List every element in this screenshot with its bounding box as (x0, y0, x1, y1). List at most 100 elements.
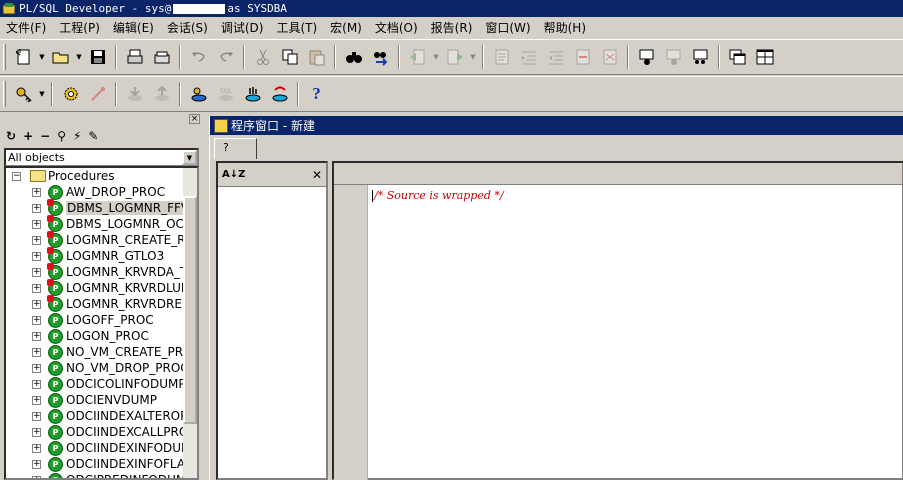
forward-dropdown-chevron-icon[interactable]: ▼ (468, 44, 478, 70)
uncomment-icon[interactable] (596, 44, 623, 70)
expand-icon[interactable]: + (32, 395, 41, 405)
menu-window[interactable]: 窗口(W) (479, 19, 537, 36)
cascade-windows-icon[interactable] (724, 44, 751, 70)
tree-item-procedure[interactable]: + P ODCIINDEXCALLPROP (6, 424, 197, 440)
tree-item-procedure[interactable]: + P NO_VM_DROP_PROC (6, 360, 197, 376)
tree-scrollbar[interactable] (183, 168, 197, 478)
break-icon[interactable] (84, 81, 111, 107)
tree-item-procedure[interactable]: + P LOGOFF_PROC (6, 312, 197, 328)
expand-icon[interactable]: + (32, 347, 41, 357)
unindent-icon[interactable] (542, 44, 569, 70)
open-dropdown-chevron-icon[interactable]: ▼ (74, 44, 84, 70)
expand-icon[interactable]: + (32, 251, 41, 261)
sort-az-icon[interactable]: A↓Z (222, 169, 245, 180)
help-question-icon[interactable]: ? (303, 81, 330, 107)
filter-edit-icon[interactable]: ✎ (88, 129, 98, 143)
expand-icon[interactable]: + (32, 235, 41, 245)
copy-icon[interactable] (276, 44, 303, 70)
menu-edit[interactable]: 编辑(E) (107, 19, 161, 36)
source-code-line[interactable]: /* Source is wrapped */ (372, 189, 504, 202)
chevron-down-icon[interactable]: ▼ (182, 150, 197, 165)
add-icon[interactable]: + (23, 129, 33, 143)
menu-tools[interactable]: 工具(T) (270, 19, 324, 36)
log-on-key-icon[interactable] (10, 81, 37, 107)
menu-debug[interactable]: 调试(D) (215, 19, 271, 36)
remove-icon[interactable]: − (40, 129, 50, 143)
menu-help[interactable]: 帮助(H) (538, 19, 593, 36)
tree-item-procedure[interactable]: + P ODCIENVDUMP (6, 392, 197, 408)
tree-item-procedure[interactable]: + P LOGMNR_KRVRDLUID (6, 278, 197, 296)
menu-reports[interactable]: 报告(R) (425, 19, 480, 36)
expand-icon[interactable]: + (32, 187, 41, 197)
rollback-icon[interactable] (148, 81, 175, 107)
filter-icon[interactable]: ⚡ (73, 129, 81, 143)
redo-icon[interactable] (212, 44, 239, 70)
execute-gear-icon[interactable] (57, 81, 84, 107)
expand-icon[interactable]: + (32, 411, 41, 421)
document-properties-icon[interactable] (488, 44, 515, 70)
collapse-icon[interactable]: − (12, 171, 21, 181)
menu-file[interactable]: 文件(F) (0, 19, 53, 36)
menu-documents[interactable]: 文档(O) (369, 19, 425, 36)
back-dropdown-chevron-icon[interactable]: ▼ (431, 44, 441, 70)
find-next-icon[interactable] (367, 44, 394, 70)
expand-icon[interactable]: + (32, 219, 41, 229)
print-icon[interactable] (121, 44, 148, 70)
paste-icon[interactable] (303, 44, 330, 70)
undo-icon[interactable] (185, 44, 212, 70)
find-binoculars-icon[interactable] (340, 44, 367, 70)
tree-item-procedure[interactable]: + P NO_VM_CREATE_PRO (6, 344, 197, 360)
tree-item-procedure[interactable]: + P ODCIPREDINFODUMP (6, 472, 197, 478)
tree-item-procedure[interactable]: + P ODCIINDEXINFODUMP (6, 440, 197, 456)
cut-icon[interactable] (249, 44, 276, 70)
expand-icon[interactable]: + (32, 331, 41, 341)
program-window-titlebar[interactable]: 程序窗口 - 新建 (210, 116, 903, 135)
menu-macro[interactable]: 宏(M) (324, 19, 369, 36)
breakpoints-list-icon[interactable] (687, 44, 714, 70)
sql-database-icon[interactable]: SQL (212, 81, 239, 107)
tree-item-procedure[interactable]: + P ODCIINDEXALTEROPT (6, 408, 197, 424)
expand-icon[interactable]: + (32, 443, 41, 453)
session-database-icon[interactable] (185, 81, 212, 107)
breakpoint-disabled-icon[interactable] (660, 44, 687, 70)
tab-unnamed[interactable]: ? (214, 138, 257, 159)
tree-item-procedure[interactable]: + P LOGMNR_KRVRDREPI (6, 294, 197, 312)
tile-windows-icon[interactable] (751, 44, 778, 70)
expand-icon[interactable]: + (32, 427, 41, 437)
save-icon[interactable] (84, 44, 111, 70)
print-setup-icon[interactable] (148, 44, 175, 70)
tree-folder-procedures[interactable]: − Procedures (6, 168, 197, 184)
find-binoculars-icon[interactable]: ⚲ (57, 129, 66, 143)
toolbar-grip[interactable] (3, 44, 6, 70)
indent-icon[interactable] (515, 44, 542, 70)
source-editor[interactable]: /* Source is wrapped */ (332, 161, 903, 480)
tree-item-procedure[interactable]: + P DBMS_LOGMNR_FFVT (6, 198, 197, 216)
close-icon[interactable]: ✕ (312, 168, 322, 182)
new-icon[interactable] (10, 44, 37, 70)
expand-icon[interactable]: + (32, 379, 41, 389)
log-on-dropdown-chevron-icon[interactable]: ▼ (37, 81, 47, 107)
tree-item-procedure[interactable]: + P LOGMNR_CREATE_RE (6, 230, 197, 248)
tree-item-procedure[interactable]: + P ODCICOLINFODUMP (6, 376, 197, 392)
new-dropdown-chevron-icon[interactable]: ▼ (37, 44, 47, 70)
toolbar-grip[interactable] (3, 81, 6, 107)
expand-icon[interactable]: + (32, 475, 41, 478)
comment-icon[interactable] (569, 44, 596, 70)
expand-icon[interactable]: + (32, 459, 41, 469)
tree-item-procedure[interactable]: + P LOGMNR_GTLO3 (6, 246, 197, 264)
tree-item-procedure[interactable]: + P LOGON_PROC (6, 328, 197, 344)
toggle-breakpoint-icon[interactable] (633, 44, 660, 70)
expand-icon[interactable]: + (32, 283, 41, 293)
object-filter-select[interactable]: All objects ▼ (4, 148, 199, 167)
tree-item-procedure[interactable]: + P LOGMNR_KRVRDA_TE (6, 262, 197, 280)
expand-icon[interactable]: + (32, 363, 41, 373)
open-folder-icon[interactable] (47, 44, 74, 70)
close-browser-icon[interactable]: × (189, 114, 200, 124)
expand-icon[interactable]: + (32, 299, 41, 309)
expand-icon[interactable]: + (32, 267, 41, 277)
tree-item-procedure[interactable]: + P AW_DROP_PROC (6, 184, 197, 200)
menu-project[interactable]: 工程(P) (53, 19, 107, 36)
forward-icon[interactable] (441, 44, 468, 70)
expand-icon[interactable]: + (32, 203, 41, 213)
explain-plan-icon[interactable] (239, 81, 266, 107)
